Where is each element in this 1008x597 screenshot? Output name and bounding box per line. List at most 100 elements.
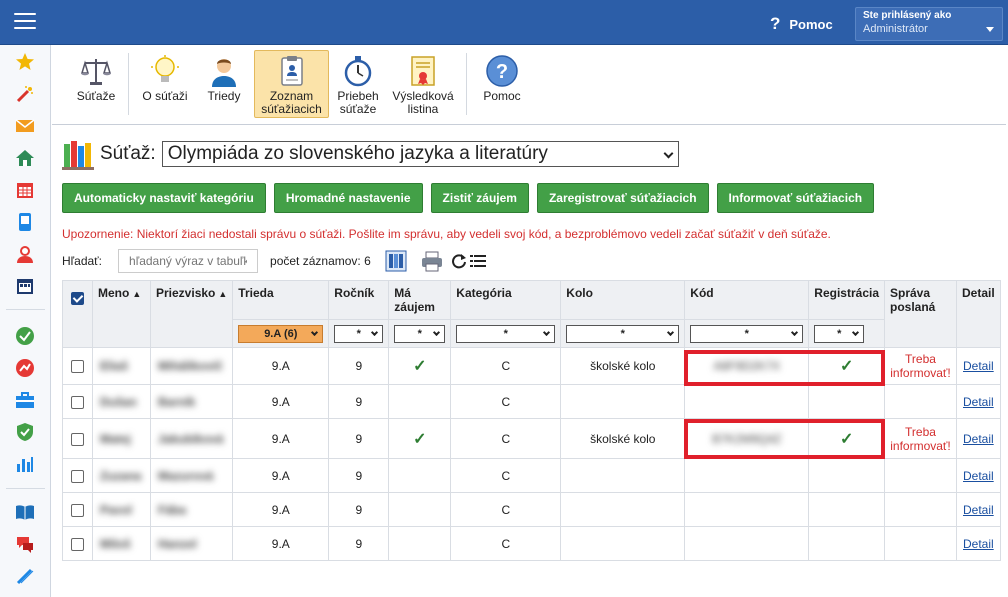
check-circle-icon[interactable] bbox=[14, 325, 36, 347]
detail-link[interactable]: Detail bbox=[963, 503, 994, 517]
grade-filter-select[interactable]: * bbox=[334, 324, 384, 343]
registration-check-icon: ✓ bbox=[839, 358, 854, 375]
code-filter-select[interactable]: * bbox=[690, 324, 804, 343]
category-cell: C bbox=[450, 347, 562, 385]
column-header[interactable]: Kolo bbox=[560, 280, 686, 320]
row-checkbox[interactable] bbox=[71, 432, 84, 446]
row-checkbox[interactable] bbox=[71, 395, 84, 409]
chat-icon[interactable] bbox=[14, 533, 36, 555]
table-row: Dušan Barník 9.A 9 C Detail bbox=[62, 384, 1001, 419]
toolbar-progress-button[interactable]: Priebeh súťaže bbox=[333, 50, 383, 118]
round-filter-select[interactable]: * bbox=[566, 324, 680, 343]
detail-link[interactable]: Detail bbox=[963, 359, 994, 373]
round-cell bbox=[560, 384, 686, 419]
find-interest-button[interactable]: Zistiť záujem bbox=[430, 183, 529, 213]
class-cell: 9.A bbox=[232, 458, 330, 493]
home-icon[interactable] bbox=[14, 147, 36, 169]
row-checkbox[interactable] bbox=[71, 537, 84, 551]
shield-icon[interactable] bbox=[14, 421, 36, 443]
list-icon[interactable] bbox=[469, 254, 486, 268]
category-filter-select[interactable]: * bbox=[456, 324, 556, 343]
toolbar-participants-button[interactable]: Zoznam súťažiacich bbox=[254, 50, 329, 118]
row-checkbox[interactable] bbox=[71, 469, 84, 483]
search-input[interactable] bbox=[118, 249, 259, 273]
star-icon[interactable] bbox=[14, 51, 36, 73]
sort-asc-icon: ▲ bbox=[218, 289, 228, 299]
toolbar-label: Výsledková listina bbox=[392, 89, 454, 116]
lightbulb-icon bbox=[151, 55, 179, 82]
bulk-setting-button[interactable]: Hromadné nastavenie bbox=[273, 183, 423, 213]
schedule-icon[interactable] bbox=[14, 275, 36, 297]
chevron-down-icon bbox=[852, 328, 860, 336]
bar-chart-icon[interactable] bbox=[14, 453, 36, 475]
first-name-cell: Eliaš bbox=[100, 359, 129, 373]
category-cell: C bbox=[450, 492, 562, 527]
column-header[interactable]: Registrácia bbox=[808, 280, 885, 320]
competition-select[interactable]: Olympiáda zo slovenského jazyka a litera… bbox=[161, 141, 679, 167]
detail-link[interactable]: Detail bbox=[963, 395, 994, 409]
calendar-icon[interactable] bbox=[14, 179, 36, 201]
toolbar-competitions-button[interactable]: Súťaže bbox=[70, 50, 122, 118]
column-header[interactable]: Má záujem bbox=[388, 280, 452, 320]
detail-link[interactable]: Detail bbox=[963, 432, 994, 446]
column-header[interactable]: Trieda bbox=[232, 280, 330, 320]
user-icon[interactable] bbox=[14, 243, 36, 265]
magic-wand-icon[interactable] bbox=[14, 83, 36, 105]
register-participants-button[interactable]: Zaregistrovať súťažiacich bbox=[536, 183, 709, 213]
interest-filter-select[interactable]: * bbox=[394, 324, 446, 343]
grade-cell: 9 bbox=[328, 384, 390, 419]
toolbar-classes-button[interactable]: Triedy bbox=[199, 50, 249, 118]
stopwatch-icon bbox=[344, 56, 372, 87]
column-header[interactable]: Meno ▲ bbox=[92, 280, 151, 348]
toolbar-help-button[interactable]: ? Pomoc bbox=[476, 50, 528, 118]
column-header[interactable]: Ročník bbox=[328, 280, 390, 320]
chart-line-icon[interactable] bbox=[14, 357, 36, 379]
help-button[interactable]: ? Pomoc bbox=[770, 14, 833, 34]
column-header[interactable]: Kód bbox=[684, 280, 810, 320]
phone-icon[interactable] bbox=[14, 211, 36, 233]
class-cell: 9.A bbox=[232, 347, 330, 385]
toolbar-about-button[interactable]: O súťaži bbox=[137, 50, 193, 118]
question-icon: ? bbox=[770, 14, 781, 33]
user-role: Administrátor bbox=[863, 23, 928, 35]
refresh-icon[interactable] bbox=[451, 253, 467, 269]
print-icon[interactable] bbox=[421, 250, 443, 272]
column-header[interactable]: Kategória bbox=[450, 280, 562, 320]
column-header[interactable]: Priezvisko ▲ bbox=[149, 280, 234, 348]
record-count: počet záznamov: 6 bbox=[270, 254, 371, 268]
table-row: Zuzana Mazurová 9.A 9 C Detail bbox=[62, 458, 1001, 493]
columns-icon[interactable] bbox=[385, 250, 407, 272]
interest-check-icon: ✓ bbox=[413, 430, 427, 448]
search-row: Hľadať: počet záznamov: 6 bbox=[62, 249, 486, 273]
last-name-cell: Hanzel bbox=[158, 536, 197, 551]
registration-filter-select[interactable]: * bbox=[814, 324, 865, 343]
mail-icon[interactable] bbox=[14, 115, 36, 137]
auto-category-button[interactable]: Automaticky nastaviť kategóriu bbox=[62, 183, 266, 213]
chevron-down-icon bbox=[667, 328, 675, 336]
class-cell: 9.A bbox=[232, 526, 330, 561]
select-all-checkbox[interactable] bbox=[71, 292, 84, 306]
toolbar-results-button[interactable]: Výsledková listina bbox=[388, 50, 458, 118]
pencil-icon[interactable] bbox=[14, 565, 36, 587]
round-cell bbox=[560, 526, 686, 561]
user-caption: Ste prihlásený ako bbox=[863, 10, 952, 21]
first-name-cell: Zuzana bbox=[100, 468, 142, 483]
row-checkbox[interactable] bbox=[71, 503, 84, 517]
class-filter-select[interactable]: 9.A (6) bbox=[238, 324, 324, 343]
briefcase-icon[interactable] bbox=[14, 389, 36, 411]
round-cell: školské kolo bbox=[560, 347, 686, 385]
row-checkbox[interactable] bbox=[71, 360, 84, 374]
book-icon[interactable] bbox=[14, 501, 36, 523]
chevron-down-icon bbox=[986, 27, 994, 32]
action-buttons: Automaticky nastaviť kategóriu Hromadné … bbox=[62, 183, 875, 213]
detail-link[interactable]: Detail bbox=[963, 537, 994, 551]
user-dropdown[interactable]: Ste prihlásený ako Administrátor bbox=[855, 7, 1003, 41]
inform-participants-button[interactable]: Informovať súťažiacich bbox=[716, 183, 875, 213]
first-name-cell: Miloš bbox=[100, 536, 131, 551]
certificate-icon bbox=[411, 56, 435, 86]
class-cell: 9.A bbox=[232, 418, 330, 459]
menu-icon[interactable] bbox=[14, 13, 36, 31]
table-row: Eliaš Mihálikovič 9.A 9 ✓ Cškolské kolo A8F9D2… bbox=[62, 347, 1001, 385]
chevron-down-icon bbox=[791, 328, 799, 336]
detail-link[interactable]: Detail bbox=[963, 469, 994, 483]
